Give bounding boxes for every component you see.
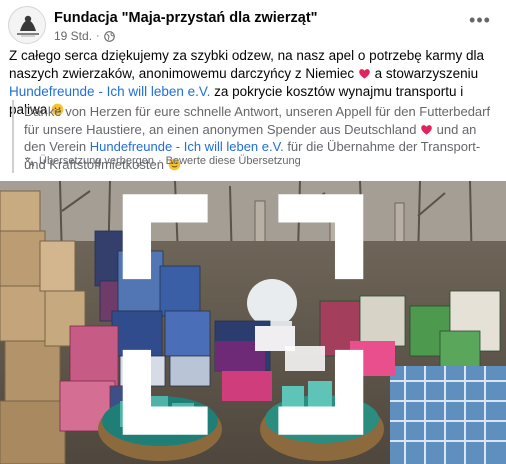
more-options-button[interactable]: ••• <box>466 8 494 32</box>
rate-translation-link[interactable]: Bewerte diese Übersetzung <box>166 155 301 167</box>
post-timestamp[interactable]: 19 Std. <box>54 29 92 43</box>
expand-icon[interactable] <box>0 181 496 456</box>
avatar-logo-icon <box>10 8 45 43</box>
post-text-part-2: a stowarzyszeniu <box>370 66 479 81</box>
red-heart-emoji-icon <box>421 124 432 135</box>
post-photo[interactable] <box>0 181 506 464</box>
page-avatar[interactable] <box>8 6 46 44</box>
translation-block: Danke von Herzen für eure schnelle Antwo… <box>12 100 498 173</box>
translation-actions-separator: · <box>157 155 162 167</box>
hide-translation-link[interactable]: Übersetzung verbergen <box>39 155 154 167</box>
post-meta: 19 Std. · <box>54 29 115 43</box>
post-header: Fundacja "Maja-przystań dla zwierząt" 19… <box>8 6 498 46</box>
facebook-post: Fundacja "Maja-przystań dla zwierząt" 19… <box>0 0 506 464</box>
translation-actions: Übersetzung verbergen · Bewerte diese Üb… <box>24 155 301 167</box>
globe-icon <box>103 30 115 42</box>
meta-separator: · <box>96 30 100 42</box>
red-heart-emoji-icon <box>359 69 370 79</box>
hundefreunde-link[interactable]: Hundefreunde - Ich will leben e.V. <box>9 84 210 99</box>
translation-hundefreunde-link[interactable]: Hundefreunde - Ich will leben e.V. <box>90 139 284 154</box>
more-options-icon: ••• <box>469 9 491 30</box>
page-name-link[interactable]: Fundacja "Maja-przystań dla zwierząt" <box>54 10 318 26</box>
translate-icon <box>24 156 35 166</box>
